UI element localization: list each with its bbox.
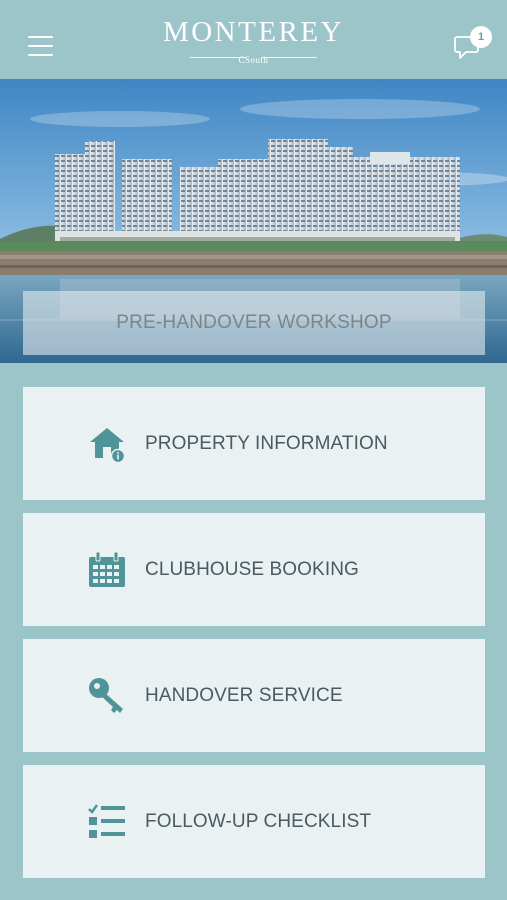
logo-subtitle: CSouth [150, 50, 357, 65]
hamburger-line [28, 36, 53, 38]
key-icon [89, 678, 123, 713]
hamburger-menu-button[interactable] [22, 26, 58, 62]
follow-up-checklist-card[interactable]: FOLLOW-UP CHECKLIST [23, 765, 485, 878]
messages-button[interactable]: 1 [450, 24, 494, 68]
checklist-icon [88, 804, 125, 838]
house-info-icon [90, 428, 126, 464]
logo-divider [261, 57, 317, 58]
logo-divider [190, 57, 246, 58]
handover-service-card[interactable]: HANDOVER SERVICE [23, 639, 485, 752]
shoreline-rocks [0, 251, 507, 275]
hamburger-line [28, 45, 53, 47]
hero-section: PRE-HANDOVER WORKSHOP [0, 79, 507, 363]
calendar-icon [89, 551, 125, 587]
pre-handover-workshop-button[interactable]: PRE-HANDOVER WORKSHOP [23, 291, 485, 355]
follow-up-checklist-label: FOLLOW-UP CHECKLIST [145, 811, 372, 832]
logo-text: MONTEREY [162, 16, 345, 48]
clubhouse-booking-label: CLUBHOUSE BOOKING [145, 559, 359, 580]
clubhouse-booking-card[interactable]: CLUBHOUSE BOOKING [23, 513, 485, 626]
monterey-logo: MONTEREY CSouth [150, 15, 357, 65]
hamburger-line [28, 54, 53, 56]
app-header: MONTEREY CSouth 1 [0, 0, 507, 79]
handover-service-label: HANDOVER SERVICE [145, 685, 343, 706]
property-information-label: PROPERTY INFORMATION [145, 433, 388, 454]
notification-badge: 1 [470, 26, 492, 48]
property-information-card[interactable]: PROPERTY INFORMATION [23, 387, 485, 500]
